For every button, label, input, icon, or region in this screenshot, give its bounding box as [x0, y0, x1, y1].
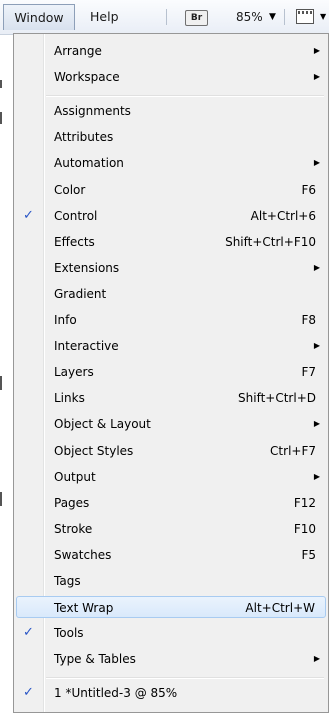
menu-item-label: Layers — [54, 365, 94, 380]
menu-item-shortcut: F6 — [301, 182, 316, 197]
background-edge — [0, 112, 2, 124]
menu-item-shortcut: F5 — [301, 547, 316, 562]
menu-item-label: Automation — [54, 156, 124, 171]
menu-item-label: Output — [54, 469, 96, 484]
menu-item-attributes[interactable]: Attributes — [16, 126, 326, 148]
background-edge — [0, 492, 2, 506]
menubar-divider — [166, 9, 167, 25]
menu-item-object-styles[interactable]: Object Styles Ctrl+F7 — [16, 440, 326, 462]
submenu-arrow-icon: ▶ — [313, 419, 320, 429]
screen-mode-icon[interactable] — [296, 9, 314, 24]
menu-item-shortcut: Shift+Ctrl+D — [238, 391, 316, 406]
submenu-arrow-icon: ▶ — [313, 158, 320, 168]
menu-item-shortcut: F7 — [301, 365, 316, 380]
menu-item-label: Tags — [54, 574, 81, 588]
menu-item-workspace[interactable]: Workspace ▶ — [16, 66, 326, 88]
menu-item-info[interactable]: Info F8 — [16, 309, 326, 331]
submenu-arrow-icon: ▶ — [313, 262, 320, 272]
menu-item-object-layout[interactable]: Object & Layout ▶ — [16, 413, 326, 435]
menu-item-effects[interactable]: Effects Shift+Ctrl+F10 — [16, 231, 326, 253]
menu-item-shortcut: Shift+Ctrl+F10 — [225, 234, 316, 249]
bridge-button[interactable]: Br — [185, 10, 208, 26]
menu-item-text-wrap[interactable]: Text Wrap Alt+Ctrl+W — [16, 596, 326, 619]
menu-item-control[interactable]: ✓ Control Alt+Ctrl+6 — [16, 205, 326, 227]
menu-item-stroke[interactable]: Stroke F10 — [16, 518, 326, 540]
menu-item-label: Extensions — [54, 260, 120, 275]
menu-item-shortcut: Alt+Ctrl+6 — [250, 208, 316, 223]
menu-item-type-tables[interactable]: Type & Tables ▶ — [16, 648, 326, 670]
help-menu-button[interactable]: Help — [90, 6, 119, 28]
menu-item-label: Workspace — [54, 70, 120, 85]
window-dropdown-menu: Arrange ▶ Workspace ▶ Assignments Attributes A… — [13, 33, 329, 713]
menu-item-gradient[interactable]: Gradient — [16, 283, 326, 305]
menu-item-label: Swatches — [54, 547, 112, 562]
menu-item-label: Text Wrap — [54, 601, 114, 616]
menu-item-label: Effects — [54, 234, 95, 249]
menu-item-extensions[interactable]: Extensions ▶ — [16, 257, 326, 279]
menu-item-color[interactable]: Color F6 — [16, 179, 326, 201]
screen-mode-dropdown-arrow-icon[interactable]: ▼ — [320, 8, 326, 26]
zoom-level-select[interactable]: 85% — [236, 6, 263, 28]
menubar-divider — [284, 9, 285, 25]
checkmark-icon: ✓ — [23, 207, 34, 223]
menu-item-label: Interactive — [54, 339, 119, 354]
submenu-arrow-icon: ▶ — [313, 654, 320, 664]
menu-item-label: 1 *Untitled-3 @ 85% — [54, 686, 178, 701]
menu-item-shortcut: F10 — [293, 521, 316, 536]
menu-item-label: Assignments — [54, 104, 131, 119]
menu-item-swatches[interactable]: Swatches F5 — [16, 544, 326, 566]
menu-item-arrange[interactable]: Arrange ▶ — [16, 40, 326, 62]
window-menu-button[interactable]: Window — [3, 4, 75, 30]
background-edge — [0, 376, 2, 390]
menu-item-tools[interactable]: ✓ Tools — [16, 622, 326, 644]
menu-bar: Window Help Br 85% ▼ ▼ — [0, 0, 329, 35]
submenu-arrow-icon: ▶ — [313, 341, 320, 351]
menu-item-pages[interactable]: Pages F12 — [16, 492, 326, 514]
background-edge — [0, 80, 2, 88]
menu-item-1-untitled-3-85[interactable]: ✓ 1 *Untitled-3 @ 85% — [16, 682, 326, 704]
menu-separator — [46, 677, 324, 680]
checkmark-icon: ✓ — [23, 625, 34, 641]
menu-item-tags[interactable]: Tags — [16, 570, 326, 592]
menu-item-shortcut: Alt+Ctrl+W — [245, 601, 315, 616]
menu-item-layers[interactable]: Layers F7 — [16, 361, 326, 383]
menu-item-shortcut: Ctrl+F7 — [270, 443, 316, 458]
menu-item-label: Type & Tables — [54, 652, 136, 667]
menu-item-label: Object Styles — [54, 443, 134, 458]
menu-separator — [46, 95, 324, 98]
menu-item-automation[interactable]: Automation ▶ — [16, 152, 326, 174]
submenu-arrow-icon: ▶ — [313, 72, 320, 82]
menu-item-label: Gradient — [54, 286, 107, 301]
checkmark-icon: ✓ — [23, 685, 34, 701]
submenu-arrow-icon: ▶ — [313, 471, 320, 481]
menu-item-label: Control — [54, 208, 98, 223]
menu-item-shortcut: F12 — [293, 495, 316, 510]
menu-item-label: Object & Layout — [54, 417, 151, 432]
submenu-arrow-icon: ▶ — [313, 46, 320, 55]
menu-item-shortcut: F8 — [301, 313, 316, 327]
menu-item-assignments[interactable]: Assignments — [16, 100, 326, 122]
menu-item-label: Stroke — [54, 521, 93, 536]
menu-item-label: Arrange — [54, 44, 102, 58]
menu-item-label: Pages — [54, 495, 90, 510]
menu-item-label: Tools — [54, 626, 84, 641]
menu-item-label: Links — [54, 391, 85, 406]
menu-item-interactive[interactable]: Interactive ▶ — [16, 335, 326, 357]
menu-item-links[interactable]: Links Shift+Ctrl+D — [16, 387, 326, 409]
menu-item-label: Color — [54, 182, 86, 197]
menu-item-label: Info — [54, 313, 77, 327]
menu-item-label: Attributes — [54, 130, 114, 145]
zoom-dropdown-arrow-icon[interactable]: ▼ — [269, 8, 276, 26]
menu-item-output[interactable]: Output ▶ — [16, 466, 326, 488]
